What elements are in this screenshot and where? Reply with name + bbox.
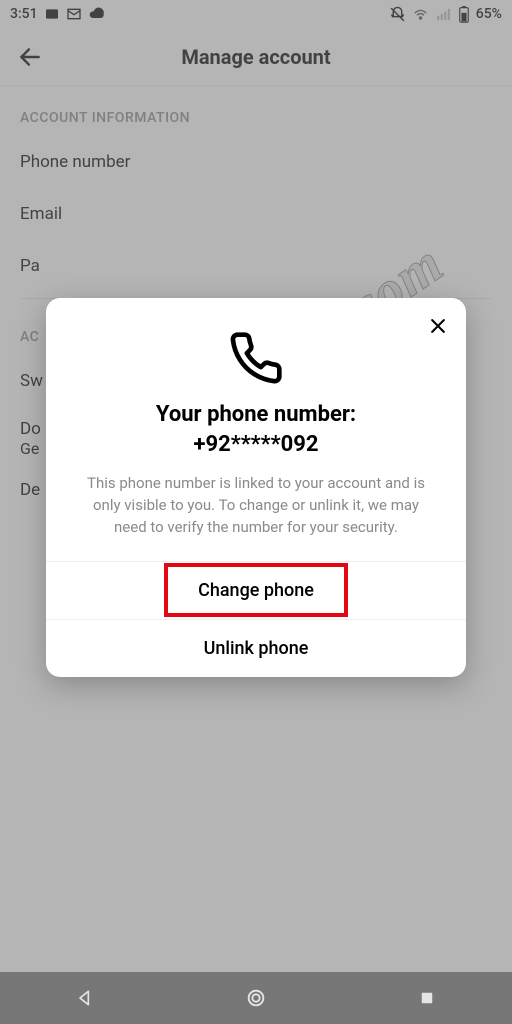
close-icon xyxy=(428,316,448,336)
square-recents-icon xyxy=(418,989,436,1007)
circle-home-icon xyxy=(245,987,267,1009)
modal-actions: Change phone Unlink phone xyxy=(46,561,466,677)
modal-title: Your phone number: +92*****092 xyxy=(46,400,466,459)
modal-description: This phone number is linked to your acco… xyxy=(46,459,466,560)
triangle-back-icon xyxy=(75,988,95,1008)
phone-number-modal: Your phone number: +92*****092 This phon… xyxy=(46,298,466,677)
nav-back-button[interactable] xyxy=(65,978,105,1018)
change-phone-label: Change phone xyxy=(198,580,314,601)
android-navbar xyxy=(0,972,512,1024)
modal-title-line1: Your phone number: xyxy=(156,402,356,427)
modal-title-line2: +92*****092 xyxy=(193,432,318,457)
close-button[interactable] xyxy=(424,312,452,340)
nav-home-button[interactable] xyxy=(236,978,276,1018)
nav-recents-button[interactable] xyxy=(407,978,447,1018)
change-phone-button[interactable]: Change phone xyxy=(46,562,466,619)
phone-icon xyxy=(228,330,284,386)
unlink-phone-label: Unlink phone xyxy=(204,638,309,659)
unlink-phone-button[interactable]: Unlink phone xyxy=(46,619,466,677)
